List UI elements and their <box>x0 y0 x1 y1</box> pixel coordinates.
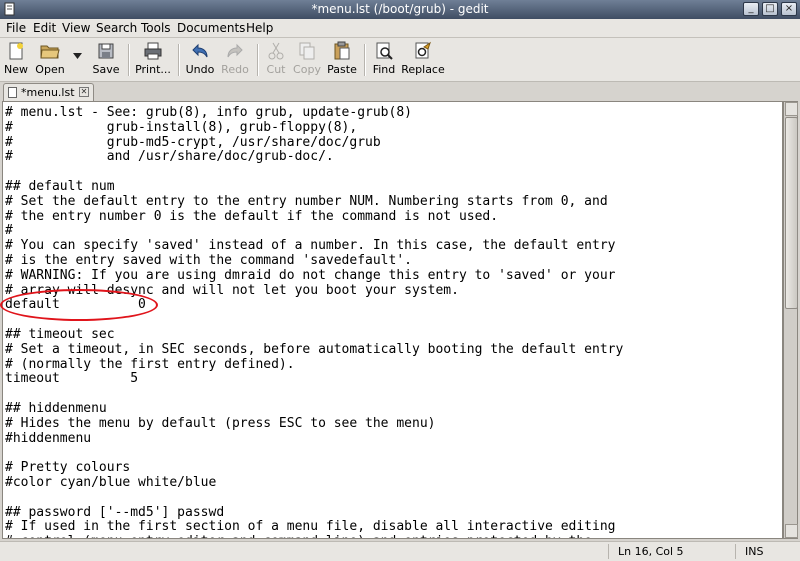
printer-icon <box>144 42 162 60</box>
editor-line: # menu.lst - See: grub(8), info grub, up… <box>5 105 412 120</box>
find-magnifier-icon <box>376 42 393 60</box>
new-document-icon <box>9 42 23 60</box>
editor-line: # grub-install(8), grub-floppy(8), <box>5 119 358 135</box>
editor-line: #hiddenmenu <box>5 430 92 446</box>
window-title: *menu.lst (/boot/grub) - gedit <box>311 2 489 16</box>
clipboard-paste-icon <box>334 41 350 60</box>
replace-button[interactable]: Replace <box>401 40 445 76</box>
toolbar-separator <box>178 44 180 76</box>
editor-line: #color cyan/blue white/blue <box>5 475 217 490</box>
editor-line: # Pretty colours <box>5 460 131 476</box>
highlight-annotation-ellipse <box>0 289 158 321</box>
redo-button[interactable]: Redo <box>220 40 250 76</box>
print-label: Print... <box>135 63 171 76</box>
print-button[interactable]: Print... <box>135 40 171 76</box>
text-editor[interactable]: # menu.lst - See: grub(8), info grub, up… <box>2 101 783 539</box>
copy-button[interactable]: Copy <box>292 40 322 76</box>
editor-line: # WARNING: If you are using dmraid do no… <box>5 267 616 283</box>
editor-line: # You can specify 'saved' instead of a n… <box>5 238 616 254</box>
undo-button[interactable]: Undo <box>185 40 215 76</box>
editor-line: ## hiddenmenu <box>5 401 107 416</box>
close-tab-icon[interactable]: ✕ <box>79 87 89 97</box>
undo-arrow-icon <box>192 43 208 58</box>
editor-line: # Set the default entry to the entry num… <box>5 193 608 209</box>
close-button[interactable]: × <box>781 2 797 16</box>
find-replace-icon <box>415 41 431 59</box>
redo-label: Redo <box>221 63 249 76</box>
new-label: New <box>4 63 28 76</box>
vertical-scrollbar[interactable] <box>783 101 798 539</box>
redo-arrow-icon <box>227 43 243 58</box>
editor-line: # control (menu entry editor and command… <box>5 534 592 538</box>
find-label: Find <box>372 63 396 76</box>
status-separator <box>735 544 736 559</box>
menu-search[interactable]: Search <box>96 21 137 35</box>
scissors-icon <box>268 42 284 60</box>
menu-help[interactable]: Help <box>246 21 273 35</box>
chevron-down-icon <box>72 53 82 59</box>
editor-line: timeout 5 <box>5 371 139 387</box>
save-button[interactable]: Save <box>92 40 120 76</box>
status-separator <box>608 544 609 559</box>
cut-button[interactable]: Cut <box>263 40 289 76</box>
editor-line: # and /usr/share/doc/grub-doc/. <box>5 149 334 165</box>
editor-line: ## timeout sec <box>5 327 115 342</box>
replace-label: Replace <box>401 63 445 76</box>
undo-label: Undo <box>185 63 215 76</box>
menu-view[interactable]: View <box>62 21 90 35</box>
editor-line: # the entry number 0 is the default if t… <box>5 208 499 224</box>
open-button[interactable]: Open <box>35 40 65 76</box>
menu-file[interactable]: File <box>6 21 26 35</box>
title-bar: *menu.lst (/boot/grub) - gedit _ □ × <box>0 0 800 19</box>
save-icon <box>98 43 114 59</box>
insert-mode: INS <box>745 545 764 558</box>
editor-line: # If used in the first section of a menu… <box>5 519 616 535</box>
paste-button[interactable]: Paste <box>326 40 358 76</box>
scrollbar-thumb[interactable] <box>785 117 798 309</box>
status-bar: Ln 16, Col 5 INS <box>0 541 800 561</box>
save-label: Save <box>92 63 120 76</box>
maximize-button[interactable]: □ <box>762 2 778 16</box>
editor-line: # Set a timeout, in SEC seconds, before … <box>5 341 624 357</box>
editor-line: ## password ['--md5'] passwd <box>5 504 225 520</box>
editor-line: # Hides the menu by default (press ESC t… <box>5 415 436 431</box>
document-icon <box>8 87 17 98</box>
scroll-down-arrow-icon[interactable] <box>785 524 798 538</box>
find-button[interactable]: Find <box>371 40 397 76</box>
paste-label: Paste <box>327 63 357 76</box>
menu-documents[interactable]: Documents <box>177 21 245 35</box>
folder-open-icon <box>40 45 60 59</box>
minimize-button[interactable]: _ <box>743 2 759 16</box>
scroll-up-arrow-icon[interactable] <box>785 102 798 116</box>
editor-line: # grub-md5-crypt, /usr/share/doc/grub <box>5 134 381 150</box>
open-recent-dropdown[interactable] <box>72 52 82 61</box>
editor-line: # is the entry saved with the command 's… <box>5 253 412 268</box>
toolbar-separator <box>257 44 259 76</box>
cursor-position: Ln 16, Col 5 <box>618 545 684 558</box>
copy-icon <box>299 42 315 60</box>
editor-line: # <box>5 223 13 239</box>
toolbar: New Open Save Print... Undo Redo Cut Cop… <box>0 38 800 82</box>
new-button[interactable]: New <box>4 40 28 76</box>
menu-edit[interactable]: Edit <box>33 21 56 35</box>
menu-bar: File Edit View Search Tools Documents He… <box>0 19 800 38</box>
open-label: Open <box>35 63 65 76</box>
tab-label: *menu.lst <box>21 86 75 99</box>
tab-menu-lst[interactable]: *menu.lst ✕ <box>3 83 94 101</box>
menu-tools[interactable]: Tools <box>141 21 171 35</box>
toolbar-separator <box>128 44 130 76</box>
editor-line: ## default num <box>5 179 115 194</box>
copy-label: Copy <box>293 63 321 76</box>
document-tabs: *menu.lst ✕ <box>0 82 800 101</box>
cut-label: Cut <box>266 63 286 76</box>
editor-line: # (normally the first entry defined). <box>5 356 295 372</box>
toolbar-separator <box>364 44 366 76</box>
